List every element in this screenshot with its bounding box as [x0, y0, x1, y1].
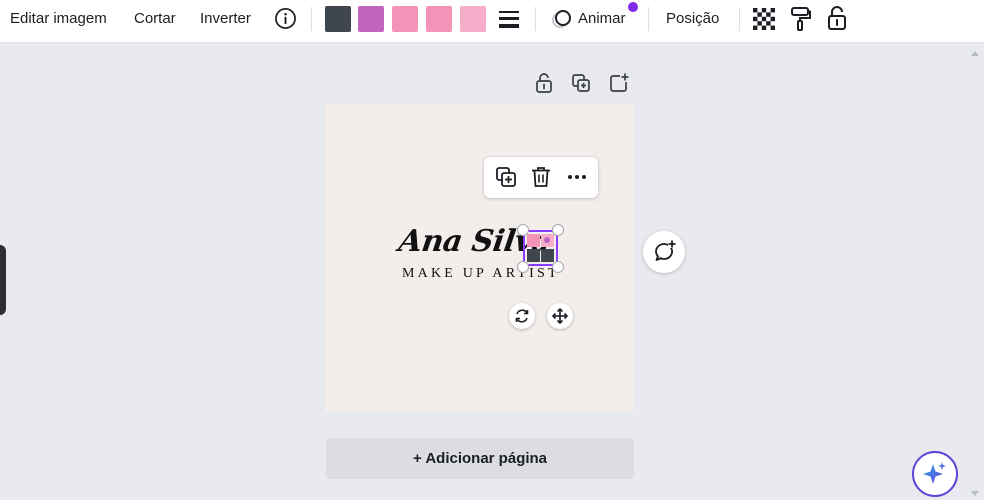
crop-button[interactable]: Cortar — [134, 0, 176, 38]
selected-graphic[interactable] — [523, 230, 558, 266]
flip-button[interactable]: Inverter — [200, 0, 251, 38]
add-comment-button[interactable] — [643, 231, 685, 273]
toolbar-divider — [311, 7, 312, 31]
resize-handle-top-left[interactable] — [517, 224, 529, 236]
scroll-up-arrow[interactable] — [971, 51, 979, 56]
toolbar-divider — [739, 7, 740, 31]
move-icon — [551, 307, 569, 325]
line-weight-icon[interactable] — [498, 8, 520, 30]
trash-icon[interactable] — [529, 165, 553, 189]
color-swatch-5[interactable] — [460, 6, 486, 32]
scroll-down-arrow[interactable] — [971, 491, 979, 496]
lock-page-icon[interactable] — [533, 72, 555, 94]
rotate-icon — [515, 309, 529, 323]
move-button[interactable] — [547, 303, 573, 329]
color-swatch-3[interactable] — [392, 6, 418, 32]
info-icon[interactable] — [274, 7, 297, 30]
animate-icon[interactable] — [550, 8, 574, 30]
resize-handle-top-right[interactable] — [552, 224, 564, 236]
edit-image-button[interactable]: Editar imagem — [10, 0, 107, 38]
unlock-icon[interactable] — [826, 5, 848, 31]
more-icon[interactable] — [565, 165, 589, 189]
color-swatch-4[interactable] — [426, 6, 452, 32]
element-context-menu — [484, 157, 598, 198]
new-feature-badge — [628, 2, 638, 12]
add-page-button[interactable]: + Adicionar página — [326, 438, 634, 479]
sparkle-icon — [923, 462, 946, 484]
editor-toolbar: Editar imagem Cortar Inverter Animar Pos… — [0, 0, 984, 43]
add-page-icon[interactable] — [608, 72, 630, 94]
resize-handle-bottom-left[interactable] — [517, 261, 529, 273]
color-swatch-2[interactable] — [358, 6, 384, 32]
position-button[interactable]: Posição — [666, 0, 719, 38]
logo-subtitle-text[interactable]: MAKE UP ARTIST — [402, 266, 560, 282]
magic-assistant-button[interactable] — [912, 451, 958, 497]
checkerboard-icon[interactable] — [753, 8, 775, 30]
animate-button[interactable]: Animar — [578, 0, 626, 38]
color-swatch-1[interactable] — [325, 6, 351, 32]
toolbar-divider — [648, 7, 649, 31]
paint-roller-icon[interactable] — [790, 6, 812, 32]
makeup-graphic — [527, 234, 554, 262]
duplicate-icon[interactable] — [494, 165, 518, 189]
add-comment-icon — [655, 240, 676, 261]
side-panel-handle[interactable] — [0, 245, 6, 315]
resize-handle-bottom-right[interactable] — [552, 261, 564, 273]
rotate-button[interactable] — [509, 303, 535, 329]
duplicate-page-icon[interactable] — [570, 72, 592, 94]
toolbar-divider — [535, 7, 536, 31]
